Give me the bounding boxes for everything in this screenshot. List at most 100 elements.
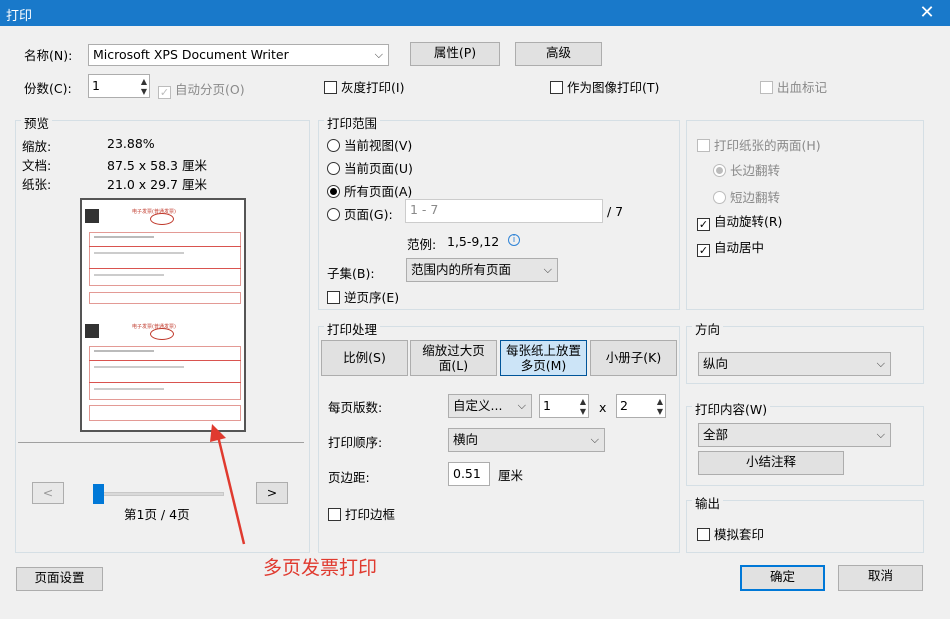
spin-down-icon[interactable]: ▼ [580,407,586,416]
spin-up-icon[interactable]: ▲ [580,397,586,406]
spin-down-icon[interactable]: ▼ [141,87,147,96]
chevron-down-icon: ⌵ [876,357,885,370]
auto-rotate-label: 自动旋转(R) [714,214,783,229]
margin-input[interactable]: 0.51 [448,462,490,486]
long-edge-label: 长边翻转 [730,163,781,178]
radio-icon [713,191,726,204]
margin-unit: 厘米 [498,468,524,483]
radio-selected-icon [713,164,726,177]
tab-scale[interactable]: 比例(S) [321,340,408,376]
doc-size-label: 文档: [22,158,52,173]
invoice-footer-1 [89,292,241,304]
print-content-value: 全部 [703,427,729,442]
invoice-table-1 [89,232,241,286]
print-as-image-label: 作为图像打印(T) [567,80,660,95]
auto-center-checkbox[interactable]: ✓ 自动居中 [697,237,764,257]
print-as-image-checkbox[interactable]: 作为图像打印(T) [550,77,659,96]
ok-button[interactable]: 确定 [740,565,825,591]
page-setup-button[interactable]: 页面设置 [16,567,103,591]
printer-select[interactable]: Microsoft XPS Document Writer ⌵ [88,44,389,66]
print-both-sides-checkbox[interactable]: 打印纸张的两面(H) [697,135,821,154]
grayscale-checkbox[interactable]: 灰度打印(I) [324,77,404,96]
orientation-select[interactable]: 纵向 ⌵ [698,352,891,376]
summarize-comments-button[interactable]: 小结注释 [698,451,844,475]
printer-name-label: 名称(N): [24,48,73,63]
annotation-arrow-icon [210,424,246,545]
example-value: 1,5-9,12 [447,234,500,249]
chevron-down-icon: ⌵ [374,48,383,61]
text-line [94,366,184,368]
text-line [94,252,184,254]
print-handling-label: 打印处理 [324,319,381,338]
checkbox-icon [697,528,710,541]
divider [89,268,241,269]
tab-booklet[interactable]: 小册子(K) [590,340,677,376]
paper-size-value: 21.0 x 29.7 厘米 [107,177,207,192]
chevron-down-icon: ⌵ [590,433,599,446]
long-edge-radio[interactable]: 长边翻转 [713,160,780,179]
print-order-value: 横向 [453,432,479,447]
checkbox-checked-icon: ✓ [697,218,710,231]
spin-up-icon[interactable]: ▲ [657,397,663,406]
zoom-value: 23.88% [107,136,155,151]
pages-range-input[interactable]: 1 - 7 [405,199,603,223]
seal-icon [150,328,174,340]
subset-value: 范围内的所有页面 [411,262,512,277]
annotation-text: 多页发票打印 [263,557,378,579]
spin-up-icon[interactable]: ▲ [141,77,147,86]
text-line [94,388,164,390]
advanced-button[interactable]: 高级 [515,42,602,66]
auto-rotate-checkbox[interactable]: ✓ 自动旋转(R) [697,211,782,231]
checkbox-checked-icon: ✓ [697,244,710,257]
checkbox-icon [327,291,340,304]
collate-checkbox[interactable]: ✓ 自动分页(O) [158,79,245,99]
all-pages-radio[interactable]: 所有页面(A) [327,181,412,200]
close-icon[interactable]: ✕ [912,1,942,25]
print-both-sides-label: 打印纸张的两面(H) [714,138,821,153]
copies-label: 份数(C): [24,81,72,96]
chevron-down-icon: ⌵ [876,428,885,441]
simulate-overprint-checkbox[interactable]: 模拟套印 [697,524,764,543]
reverse-order-checkbox[interactable]: 逆页序(E) [327,287,399,306]
orientation-value: 纵向 [703,356,729,371]
short-edge-radio[interactable]: 短边翻转 [713,187,780,206]
pages-radio[interactable]: 页面(G): [327,204,393,223]
copies-input[interactable]: 1 ▲ ▼ [88,74,150,98]
reverse-order-label: 逆页序(E) [344,290,400,305]
text-line [94,236,154,238]
spin-down-icon[interactable]: ▼ [657,407,663,416]
info-icon[interactable]: i [508,234,520,246]
output-label: 输出 [692,493,724,512]
radio-icon [327,139,340,152]
chevron-down-icon: ⌵ [517,399,526,412]
properties-button[interactable]: 属性(P) [410,42,500,66]
seal-icon [150,213,174,225]
pages-per-sheet-select[interactable]: 自定义... ⌵ [448,394,532,418]
print-border-checkbox[interactable]: 打印边框 [328,504,395,523]
printer-select-value: Microsoft XPS Document Writer [93,47,289,62]
checkbox-icon [760,81,773,94]
checkbox-checked-icon: ✓ [158,86,171,99]
print-content-select[interactable]: 全部 ⌵ [698,423,891,447]
cancel-button[interactable]: 取消 [838,565,923,591]
pages-total: / 7 [607,204,624,219]
rows-input[interactable]: 2 ▲ ▼ [616,394,666,418]
print-range-label: 打印范围 [324,113,381,132]
tab-shrink-oversized[interactable]: 缩放过大页面(L) [410,340,497,376]
current-view-radio[interactable]: 当前视图(V) [327,135,412,154]
divider [89,246,241,247]
page-slider-thumb[interactable] [93,484,104,504]
print-order-select[interactable]: 横向 ⌵ [448,428,605,452]
subset-select[interactable]: 范围内的所有页面 ⌵ [406,258,558,282]
copies-value: 1 [92,78,100,93]
qr-code-icon [85,324,99,338]
text-line [94,350,154,352]
prev-page-button[interactable]: < [32,482,64,504]
current-page-radio[interactable]: 当前页面(U) [327,158,413,177]
columns-input[interactable]: 1 ▲ ▼ [539,394,589,418]
all-pages-label: 所有页面(A) [344,184,413,199]
page-indicator: 第1页 / 4页 [124,507,190,522]
bleed-marks-checkbox[interactable]: 出血标记 [760,77,827,96]
tab-multiple-pages[interactable]: 每张纸上放置多页(M) [500,340,587,376]
invoice-table-2 [89,346,241,400]
